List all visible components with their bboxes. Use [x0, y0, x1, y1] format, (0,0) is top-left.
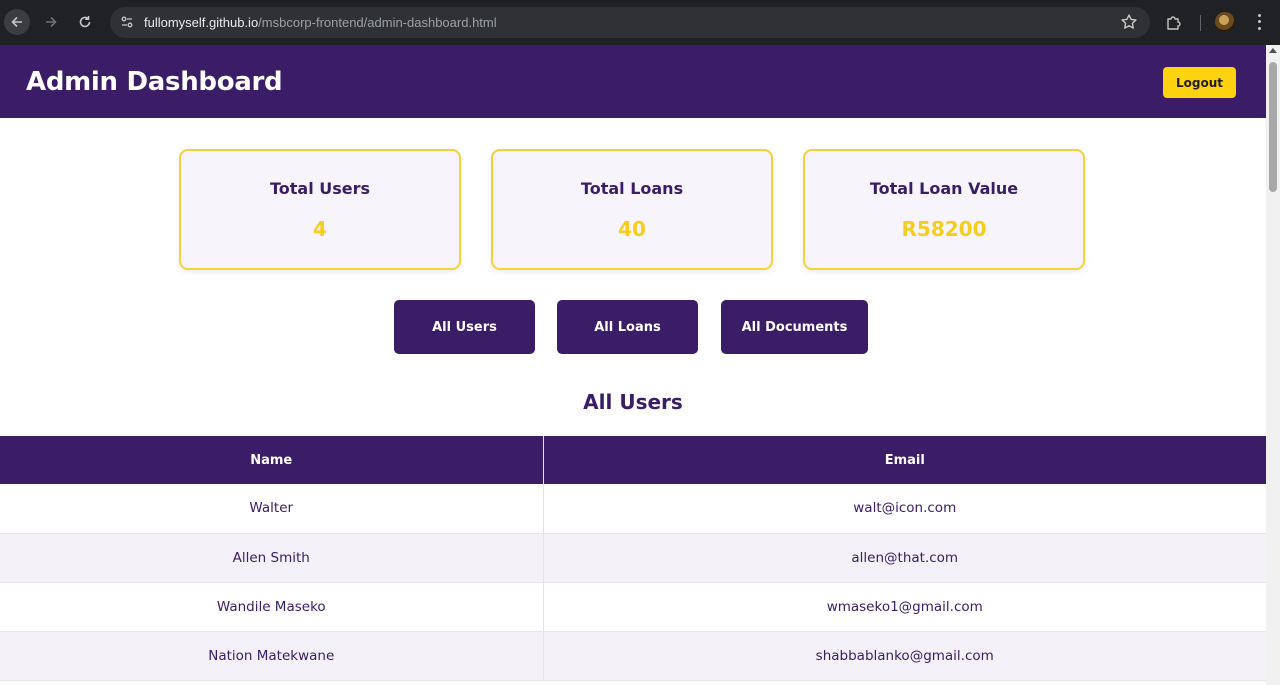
url-host: fullomyself.github.io [144, 15, 259, 30]
users-table: Name Email Walter walt@icon.com Allen Sm… [0, 436, 1266, 681]
all-documents-button[interactable]: All Documents [721, 300, 868, 354]
table-row[interactable]: Nation Matekwane shabbablanko@gmail.com [0, 631, 1266, 681]
user-email-cell: allen@that.com [543, 533, 1266, 583]
column-header-email[interactable]: Email [543, 436, 1266, 484]
page-title: Admin Dashboard [26, 67, 283, 97]
toolbar-divider [1200, 15, 1201, 31]
stat-card-total-loans: Total Loans 40 [491, 149, 773, 270]
user-email-cell: walt@icon.com [543, 484, 1266, 534]
page-scrollbar[interactable] [1266, 45, 1280, 685]
back-arrow-icon[interactable] [4, 9, 30, 35]
stat-label: Total Loans [580, 179, 684, 198]
scrollbar-thumb[interactable] [1269, 62, 1277, 192]
all-users-button[interactable]: All Users [394, 300, 535, 354]
logout-button[interactable]: Logout [1163, 67, 1236, 98]
profile-avatar[interactable] [1215, 12, 1235, 32]
section-title: All Users [583, 390, 683, 414]
browser-toolbar: fullomyself.github.io/msbcorp-frontend/a… [0, 0, 1280, 45]
all-loans-button[interactable]: All Loans [557, 300, 698, 354]
forward-arrow-icon[interactable] [38, 9, 64, 35]
stat-value: 4 [313, 217, 327, 241]
page-viewport: Admin Dashboard Logout Total Users 4 Tot… [0, 45, 1266, 685]
user-name-cell: Nation Matekwane [0, 631, 544, 681]
table-header-row: Name Email [0, 436, 1266, 484]
page-header: Admin Dashboard Logout [0, 45, 1266, 118]
user-name-cell: Allen Smith [0, 533, 544, 583]
user-email-cell: shabbablanko@gmail.com [543, 631, 1266, 681]
table-row[interactable]: Walter walt@icon.com [0, 484, 1266, 534]
url-text: fullomyself.github.io/msbcorp-frontend/a… [144, 15, 497, 30]
column-header-name[interactable]: Name [0, 436, 544, 484]
stat-value: 40 [618, 217, 646, 241]
table-row[interactable]: Allen Smith allen@that.com [0, 533, 1266, 583]
user-name-cell: Wandile Maseko [0, 582, 544, 632]
stat-card-total-users: Total Users 4 [179, 149, 461, 270]
url-path: /msbcorp-frontend/admin-dashboard.html [258, 15, 497, 30]
scroll-up-arrow-icon[interactable] [1269, 48, 1277, 53]
browser-menu-icon[interactable] [1250, 12, 1268, 32]
user-email-cell: wmaseko1@gmail.com [543, 582, 1266, 632]
stat-label: Total Users [269, 179, 371, 198]
site-settings-icon[interactable] [118, 13, 136, 31]
bookmark-star-icon[interactable] [1120, 13, 1138, 31]
table-row[interactable]: Wandile Maseko wmaseko1@gmail.com [0, 582, 1266, 632]
stat-card-total-loan-value: Total Loan Value R58200 [803, 149, 1085, 270]
user-name-cell: Walter [0, 484, 544, 534]
stat-value: R58200 [901, 217, 987, 241]
extensions-puzzle-icon[interactable] [1165, 13, 1183, 31]
address-bar[interactable]: fullomyself.github.io/msbcorp-frontend/a… [110, 7, 1150, 38]
reload-icon[interactable] [72, 9, 98, 35]
stat-label: Total Loan Value [869, 179, 1019, 198]
